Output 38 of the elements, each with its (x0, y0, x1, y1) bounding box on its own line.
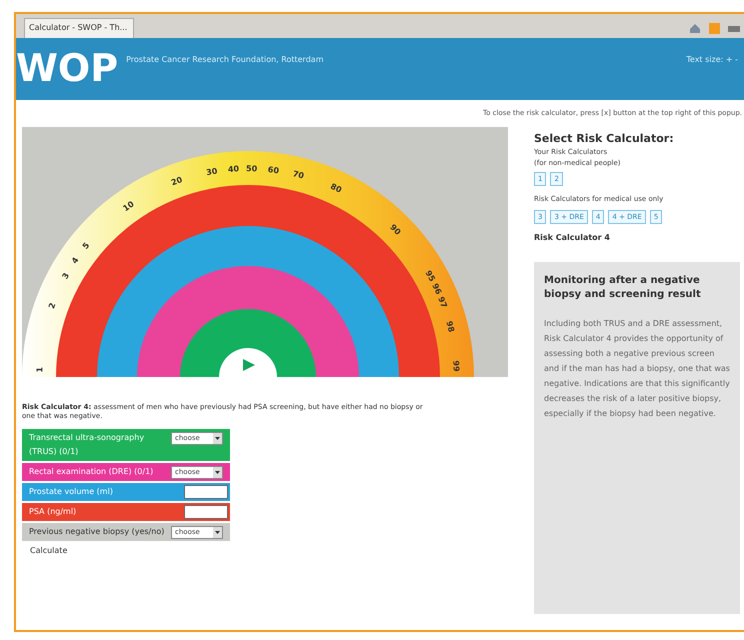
scale-label: 96 (430, 282, 444, 296)
current-calculator: Risk Calculator 4 (534, 232, 611, 244)
scale-label: 70 (292, 168, 305, 180)
scale-label: 5 (80, 240, 92, 250)
logo: WOP (16, 48, 118, 88)
field-label: Transrectal ultra-sonography (TRUS) (0/1) (29, 432, 146, 458)
home-icon[interactable] (689, 22, 701, 34)
scale-label: 40 (228, 164, 240, 174)
sidebar-title: Select Risk Calculator: (534, 130, 675, 146)
scale-label: 80 (329, 181, 343, 194)
field-label: Previous negative biopsy (yes/no) (29, 526, 166, 538)
browser-tab[interactable]: Calculator - SWOP - Th... (24, 18, 134, 38)
scale-label: 60 (267, 164, 280, 175)
scale-label: 97 (436, 295, 449, 309)
scale-label: 1 (35, 366, 44, 372)
scale-label: 95 (424, 268, 437, 283)
center-hub (219, 348, 277, 376)
scale-label: 30 (206, 166, 218, 177)
info-title: Monitoring after a negative biopsy and screening result (544, 274, 702, 302)
text-size-control[interactable]: Text size: + - (686, 54, 738, 66)
scale-label: 10 (121, 198, 136, 213)
info-text: Including both TRUS and a DRE assessment, Risk Calculator 4 provides the opportunity of assessing both a negative previous screen and if the man has had a biopsy, one that was negative. Indications are that this significantly decreases the risk of a later positive biopsy, especially if the biopsy had been negative. (544, 318, 730, 420)
scale-label: 50 (246, 164, 258, 173)
scale-label: 99 (451, 360, 461, 372)
field-label: PSA (ng/ml) (29, 506, 78, 518)
scale-label: 98 (444, 320, 456, 333)
scale-label: 2 (47, 301, 58, 310)
input-field[interactable] (184, 484, 228, 498)
scale-label: 4 (70, 255, 81, 265)
field-label: Rectal examination (DRE) (0/1) (29, 466, 154, 478)
site-title: Prostate Cancer Research Foundation, Rotterdam (126, 54, 324, 66)
scale-label: 3 (60, 270, 72, 280)
field-label: Prostate volume (ml) (29, 486, 114, 498)
play-icon[interactable] (243, 358, 255, 370)
input-field[interactable] (184, 504, 228, 518)
calculate-button[interactable]: Calculate (22, 540, 76, 560)
scale-label: 90 (388, 222, 402, 236)
scale-label: 20 (170, 174, 184, 187)
